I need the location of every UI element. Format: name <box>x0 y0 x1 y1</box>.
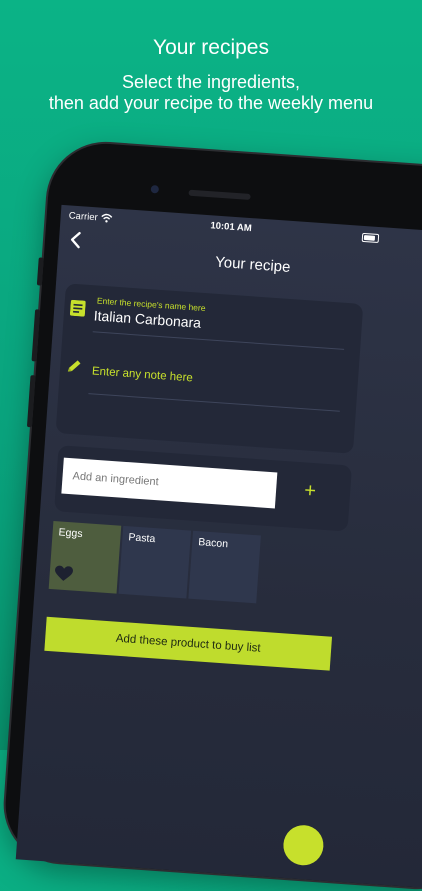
earpiece-speaker <box>188 189 251 200</box>
promo-subtitle-line1: Select the ingredients, <box>121 72 301 92</box>
recipe-details-card: Enter the recipe's name here Italian Car… <box>55 283 364 454</box>
add-ingredient-card: + <box>54 445 353 532</box>
app-screen: Carrier 10:01 AM Your recipe Enter the r… <box>15 204 422 890</box>
add-ingredient-button[interactable]: + <box>297 478 323 504</box>
ingredient-label: Bacon <box>197 536 229 551</box>
recipe-note-field[interactable]: Enter any note here <box>92 365 194 384</box>
note-underline <box>88 393 340 412</box>
front-camera <box>150 185 160 194</box>
ingredient-label: Eggs <box>58 526 83 541</box>
name-underline <box>92 331 345 350</box>
add-to-buy-list-button[interactable]: Add these product to buy list <box>44 616 333 671</box>
floating-action-button[interactable] <box>282 823 325 867</box>
page-title: Your recipe <box>214 253 291 276</box>
pencil-icon <box>67 360 81 372</box>
wifi-icon <box>101 213 113 223</box>
status-time: 10:01 AM <box>210 220 253 235</box>
phone-mute-switch <box>36 257 44 286</box>
ingredient-tile-eggs[interactable]: Eggs <box>48 521 122 594</box>
add-ingredient-input[interactable] <box>61 457 278 509</box>
phone-volume-down <box>26 375 36 428</box>
carrier-label: Carrier <box>68 210 99 224</box>
phone-mockup: Carrier 10:01 AM Your recipe Enter the r… <box>1 140 422 891</box>
ingredient-tile-pasta[interactable]: Pasta <box>118 525 192 599</box>
ingredient-label: Pasta <box>128 531 156 546</box>
heart-icon <box>55 565 73 581</box>
promo-subtitle-line2: then add your recipe to the weekly menu <box>48 93 374 113</box>
promo-title: Your recipes <box>153 36 269 59</box>
ingredient-tile-bacon[interactable]: Bacon <box>188 530 261 604</box>
document-icon <box>69 299 86 317</box>
battery-icon <box>361 232 380 244</box>
phone-frame: Carrier 10:01 AM Your recipe Enter the r… <box>1 140 422 891</box>
phone-volume-up <box>31 309 41 362</box>
promo-subtitle: Select the ingredients, then add your re… <box>0 72 422 114</box>
chevron-left-icon[interactable] <box>66 229 85 250</box>
